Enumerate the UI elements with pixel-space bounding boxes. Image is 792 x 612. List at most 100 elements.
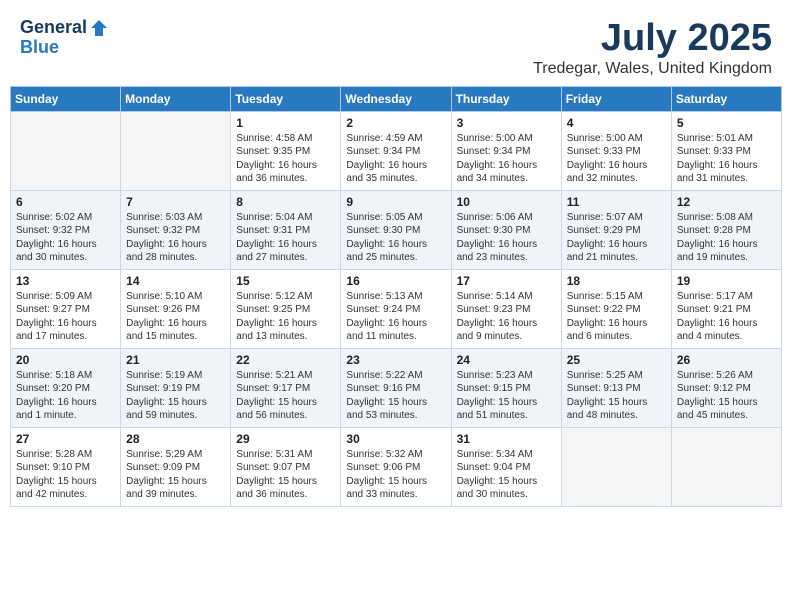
day-number: 22 <box>236 353 335 367</box>
day-number: 17 <box>457 274 556 288</box>
day-number: 2 <box>346 116 445 130</box>
calendar-cell <box>561 427 671 506</box>
day-number: 9 <box>346 195 445 209</box>
logo-blue-text: Blue <box>20 38 109 58</box>
day-number: 11 <box>567 195 666 209</box>
day-number: 13 <box>16 274 115 288</box>
calendar-cell: 4 Sunrise: 5:00 AM Sunset: 9:33 PM Daylig… <box>561 111 671 190</box>
calendar-cell: 18 Sunrise: 5:15 AM Sunset: 9:22 PM Dayli… <box>561 269 671 348</box>
day-number: 3 <box>457 116 556 130</box>
day-number: 25 <box>567 353 666 367</box>
day-info: Sunrise: 5:15 AM Sunset: 9:22 PM Dayligh… <box>567 290 666 344</box>
day-number: 16 <box>346 274 445 288</box>
day-number: 26 <box>677 353 776 367</box>
calendar-week-row: 6Sunrise: 5:02 AM Sunset: 9:32 PM Daylig… <box>11 190 782 269</box>
day-info: Sunrise: 5:08 AM Sunset: 9:28 PM Dayligh… <box>677 211 776 265</box>
day-info: Sunrise: 5:26 AM Sunset: 9:12 PM Dayligh… <box>677 369 776 423</box>
day-info: Sunrise: 5:17 AM Sunset: 9:21 PM Dayligh… <box>677 290 776 344</box>
day-info: Sunrise: 5:06 AM Sunset: 9:30 PM Dayligh… <box>457 211 556 265</box>
day-info: Sunrise: 5:07 AM Sunset: 9:29 PM Dayligh… <box>567 211 666 265</box>
calendar-cell: 6Sunrise: 5:02 AM Sunset: 9:32 PM Daylig… <box>11 190 121 269</box>
day-info: Sunrise: 5:19 AM Sunset: 9:19 PM Dayligh… <box>126 369 225 423</box>
calendar-cell: 22Sunrise: 5:21 AM Sunset: 9:17 PM Dayli… <box>231 348 341 427</box>
day-number: 24 <box>457 353 556 367</box>
title-block: July 2025 Tredegar, Wales, United Kingdo… <box>533 18 772 78</box>
calendar-cell: 17 Sunrise: 5:14 AM Sunset: 9:23 PM Dayli… <box>451 269 561 348</box>
day-info: Sunrise: 5:01 AM Sunset: 9:33 PM Dayligh… <box>677 132 776 186</box>
day-number: 7 <box>126 195 225 209</box>
calendar-cell: 15Sunrise: 5:12 AM Sunset: 9:25 PM Dayli… <box>231 269 341 348</box>
day-info: Sunrise: 5:00 AM Sunset: 9:34 PM Dayligh… <box>457 132 556 186</box>
calendar-week-row: 27 Sunrise: 5:28 AM Sunset: 9:10 PM Dayli… <box>11 427 782 506</box>
calendar-table: SundayMondayTuesdayWednesdayThursdayFrid… <box>10 86 782 507</box>
day-info: Sunrise: 5:22 AM Sunset: 9:16 PM Dayligh… <box>346 369 445 423</box>
calendar-cell: 1 Sunrise: 4:58 AM Sunset: 9:35 PM Daylig… <box>231 111 341 190</box>
day-number: 28 <box>126 432 225 446</box>
day-info: Sunrise: 5:25 AM Sunset: 9:13 PM Dayligh… <box>567 369 666 423</box>
col-header-friday: Friday <box>561 86 671 111</box>
day-info: Sunrise: 5:32 AM Sunset: 9:06 PM Dayligh… <box>346 448 445 502</box>
calendar-cell: 5 Sunrise: 5:01 AM Sunset: 9:33 PM Daylig… <box>671 111 781 190</box>
day-number: 14 <box>126 274 225 288</box>
calendar-cell: 10 Sunrise: 5:06 AM Sunset: 9:30 PM Dayli… <box>451 190 561 269</box>
calendar-cell: 11 Sunrise: 5:07 AM Sunset: 9:29 PM Dayli… <box>561 190 671 269</box>
calendar-cell: 30 Sunrise: 5:32 AM Sunset: 9:06 PM Dayli… <box>341 427 451 506</box>
day-number: 4 <box>567 116 666 130</box>
day-number: 6 <box>16 195 115 209</box>
location-subtitle: Tredegar, Wales, United Kingdom <box>533 60 772 78</box>
calendar-cell: 26 Sunrise: 5:26 AM Sunset: 9:12 PM Dayli… <box>671 348 781 427</box>
col-header-wednesday: Wednesday <box>341 86 451 111</box>
day-number: 12 <box>677 195 776 209</box>
day-number: 27 <box>16 432 115 446</box>
calendar-cell <box>121 111 231 190</box>
day-info: Sunrise: 5:09 AM Sunset: 9:27 PM Dayligh… <box>16 290 115 344</box>
calendar-cell: 16 Sunrise: 5:13 AM Sunset: 9:24 PM Dayli… <box>341 269 451 348</box>
calendar-cell: 2 Sunrise: 4:59 AM Sunset: 9:34 PM Daylig… <box>341 111 451 190</box>
calendar-cell: 8Sunrise: 5:04 AM Sunset: 9:31 PM Daylig… <box>231 190 341 269</box>
day-info: Sunrise: 4:59 AM Sunset: 9:34 PM Dayligh… <box>346 132 445 186</box>
day-info: Sunrise: 5:13 AM Sunset: 9:24 PM Dayligh… <box>346 290 445 344</box>
day-number: 29 <box>236 432 335 446</box>
day-info: Sunrise: 5:31 AM Sunset: 9:07 PM Dayligh… <box>236 448 335 502</box>
logo-general-text: General <box>20 18 87 38</box>
day-number: 30 <box>346 432 445 446</box>
day-info: Sunrise: 5:00 AM Sunset: 9:33 PM Dayligh… <box>567 132 666 186</box>
day-number: 18 <box>567 274 666 288</box>
calendar-cell: 19 Sunrise: 5:17 AM Sunset: 9:21 PM Dayli… <box>671 269 781 348</box>
calendar-cell <box>671 427 781 506</box>
day-info: Sunrise: 5:10 AM Sunset: 9:26 PM Dayligh… <box>126 290 225 344</box>
day-info: Sunrise: 5:05 AM Sunset: 9:30 PM Dayligh… <box>346 211 445 265</box>
day-info: Sunrise: 5:29 AM Sunset: 9:09 PM Dayligh… <box>126 448 225 502</box>
calendar-cell: 21Sunrise: 5:19 AM Sunset: 9:19 PM Dayli… <box>121 348 231 427</box>
col-header-monday: Monday <box>121 86 231 111</box>
day-number: 31 <box>457 432 556 446</box>
day-number: 19 <box>677 274 776 288</box>
col-header-sunday: Sunday <box>11 86 121 111</box>
logo: General Blue <box>20 18 109 58</box>
col-header-saturday: Saturday <box>671 86 781 111</box>
day-number: 1 <box>236 116 335 130</box>
calendar-cell: 31Sunrise: 5:34 AM Sunset: 9:04 PM Dayli… <box>451 427 561 506</box>
calendar-week-row: 1 Sunrise: 4:58 AM Sunset: 9:35 PM Daylig… <box>11 111 782 190</box>
calendar-cell: 25 Sunrise: 5:25 AM Sunset: 9:13 PM Dayli… <box>561 348 671 427</box>
calendar-header-row: SundayMondayTuesdayWednesdayThursdayFrid… <box>11 86 782 111</box>
calendar-cell: 13 Sunrise: 5:09 AM Sunset: 9:27 PM Dayli… <box>11 269 121 348</box>
col-header-thursday: Thursday <box>451 86 561 111</box>
day-info: Sunrise: 5:23 AM Sunset: 9:15 PM Dayligh… <box>457 369 556 423</box>
day-number: 10 <box>457 195 556 209</box>
day-number: 15 <box>236 274 335 288</box>
day-number: 8 <box>236 195 335 209</box>
day-number: 20 <box>16 353 115 367</box>
day-info: Sunrise: 5:18 AM Sunset: 9:20 PM Dayligh… <box>16 369 115 423</box>
col-header-tuesday: Tuesday <box>231 86 341 111</box>
month-title: July 2025 <box>533 18 772 60</box>
calendar-cell: 14 Sunrise: 5:10 AM Sunset: 9:26 PM Dayli… <box>121 269 231 348</box>
calendar-cell: 24 Sunrise: 5:23 AM Sunset: 9:15 PM Dayli… <box>451 348 561 427</box>
day-number: 23 <box>346 353 445 367</box>
day-info: Sunrise: 5:14 AM Sunset: 9:23 PM Dayligh… <box>457 290 556 344</box>
calendar-cell: 3 Sunrise: 5:00 AM Sunset: 9:34 PM Daylig… <box>451 111 561 190</box>
calendar-week-row: 20 Sunrise: 5:18 AM Sunset: 9:20 PM Dayli… <box>11 348 782 427</box>
day-number: 5 <box>677 116 776 130</box>
day-info: Sunrise: 4:58 AM Sunset: 9:35 PM Dayligh… <box>236 132 335 186</box>
day-info: Sunrise: 5:28 AM Sunset: 9:10 PM Dayligh… <box>16 448 115 502</box>
